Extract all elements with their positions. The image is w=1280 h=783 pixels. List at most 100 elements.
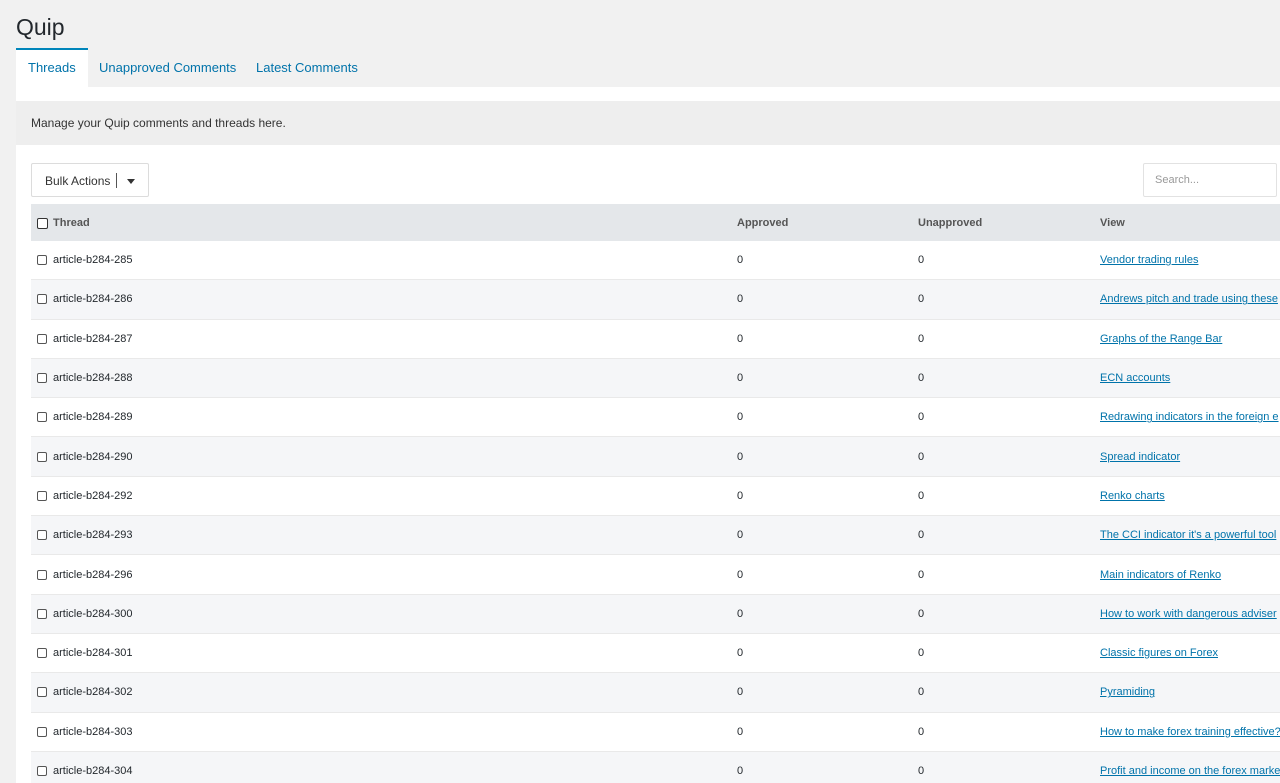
column-header-view: View <box>1100 216 1125 229</box>
table-row: article-b284-292 0 0 Renko charts <box>31 477 1280 517</box>
row-checkbox[interactable] <box>37 412 47 423</box>
unapproved-count: 0 <box>918 765 925 777</box>
approved-count: 0 <box>737 332 744 345</box>
page-title: Quip <box>16 14 65 40</box>
thread-name: article-b284-301 <box>53 647 133 660</box>
unapproved-count: 0 <box>918 254 925 267</box>
row-checkbox[interactable] <box>37 608 47 619</box>
thread-name: article-b284-292 <box>53 489 133 502</box>
view-link[interactable]: How to make forex training effective? <box>1100 726 1280 738</box>
view-link[interactable]: Profit and income on the forex marke <box>1100 765 1280 777</box>
table-body: article-b284-285 0 0 Vendor trading rules ar… <box>31 241 1280 783</box>
thread-name: article-b284-285 <box>53 254 133 267</box>
table-row: article-b284-288 0 0 ECN accounts <box>31 358 1280 399</box>
approved-count: 0 <box>737 686 744 699</box>
row-checkbox[interactable] <box>37 451 47 462</box>
row-checkbox[interactable] <box>37 294 47 305</box>
view-link[interactable]: Andrews pitch and trade using these <box>1100 293 1278 305</box>
table-row: article-b284-303 0 0 How to make forex trai… <box>31 713 1280 752</box>
thread-name: article-b284-287 <box>53 332 133 345</box>
chevron-down-icon <box>127 179 135 184</box>
unapproved-count: 0 <box>918 411 925 424</box>
row-checkbox[interactable] <box>37 490 47 501</box>
tab-latest-comments[interactable]: Latest Comments <box>256 48 358 87</box>
view-link[interactable]: Spread indicator <box>1100 451 1180 463</box>
unapproved-count: 0 <box>918 450 925 463</box>
table-row: article-b284-300 0 0 How to work with dange… <box>31 594 1280 634</box>
view-link[interactable]: Redrawing indicators in the foreign e <box>1100 411 1279 423</box>
approved-count: 0 <box>737 529 744 542</box>
table-row: article-b284-290 0 0 Spread indicator <box>31 437 1280 477</box>
thread-name: article-b284-293 <box>53 529 133 542</box>
approved-count: 0 <box>737 450 744 463</box>
row-checkbox[interactable] <box>37 373 47 384</box>
approved-count: 0 <box>737 765 744 777</box>
thread-name: article-b284-303 <box>53 725 133 738</box>
main-panel: Manage your Quip comments and threads he… <box>16 87 1280 783</box>
row-checkbox[interactable] <box>37 648 47 659</box>
thread-name: article-b284-300 <box>53 607 133 620</box>
column-header-unapproved[interactable]: Unapproved <box>918 204 982 241</box>
unapproved-count: 0 <box>918 293 925 306</box>
approved-count: 0 <box>737 647 744 660</box>
tab-unapproved-comments[interactable]: Unapproved Comments <box>99 48 236 87</box>
thread-name: article-b284-288 <box>53 372 133 385</box>
table-header: Thread Approved Unapproved View <box>31 204 1280 241</box>
approved-count: 0 <box>737 293 744 306</box>
view-link[interactable]: Classic figures on Forex <box>1100 647 1218 659</box>
row-checkbox[interactable] <box>37 333 47 344</box>
thread-name: article-b284-304 <box>53 765 133 777</box>
unapproved-count: 0 <box>918 568 925 581</box>
bulk-actions-label: Bulk Actions <box>45 174 111 188</box>
row-checkbox[interactable] <box>37 255 47 266</box>
approved-count: 0 <box>737 607 744 620</box>
thread-name: article-b284-289 <box>53 411 133 424</box>
threads-table: Thread Approved Unapproved View article-… <box>31 204 1280 783</box>
approved-count: 0 <box>737 411 744 424</box>
table-row: article-b284-287 0 0 Graphs of the Range Ba… <box>31 320 1280 359</box>
view-link[interactable]: Renko charts <box>1100 490 1165 502</box>
unapproved-count: 0 <box>918 372 925 385</box>
thread-name: article-b284-286 <box>53 293 133 306</box>
table-row: article-b284-289 0 0 Redrawing indicators i… <box>31 398 1280 438</box>
unapproved-count: 0 <box>918 529 925 542</box>
view-link[interactable]: Vendor trading rules <box>1100 254 1198 266</box>
approved-count: 0 <box>737 372 744 385</box>
row-checkbox[interactable] <box>37 726 47 737</box>
unapproved-count: 0 <box>918 686 925 699</box>
row-checkbox[interactable] <box>37 687 47 698</box>
row-checkbox[interactable] <box>37 569 47 580</box>
view-link[interactable]: ECN accounts <box>1100 372 1170 384</box>
table-row: article-b284-302 0 0 Pyramiding <box>31 673 1280 713</box>
table-row: article-b284-304 0 0 Profit and income on t… <box>31 751 1280 783</box>
column-header-approved[interactable]: Approved <box>737 204 788 241</box>
thread-name: article-b284-296 <box>53 568 133 581</box>
view-link[interactable]: Pyramiding <box>1100 686 1155 698</box>
row-checkbox[interactable] <box>37 766 47 776</box>
table-row: article-b284-293 0 0 The CCI indicator it's… <box>31 516 1280 556</box>
approved-count: 0 <box>737 568 744 581</box>
search-input[interactable] <box>1143 163 1277 197</box>
tab-threads[interactable]: Threads <box>16 48 88 87</box>
approved-count: 0 <box>737 254 744 267</box>
view-link[interactable]: How to work with dangerous adviser <box>1100 608 1277 620</box>
view-link[interactable]: Main indicators of Renko <box>1100 569 1221 581</box>
row-checkbox[interactable] <box>37 530 47 541</box>
approved-count: 0 <box>737 725 744 738</box>
view-link[interactable]: Graphs of the Range Bar <box>1100 333 1222 345</box>
table-row: article-b284-285 0 0 Vendor trading rules <box>31 241 1280 281</box>
thread-name: article-b284-290 <box>53 450 133 463</box>
tab-bar: Threads Unapproved Comments Latest Comme… <box>16 48 1280 87</box>
table-row: article-b284-301 0 0 Classic figures on For… <box>31 634 1280 674</box>
unapproved-count: 0 <box>918 725 925 738</box>
select-all-checkbox[interactable] <box>37 217 48 229</box>
column-header-thread[interactable]: Thread <box>53 204 90 241</box>
unapproved-count: 0 <box>918 332 925 345</box>
unapproved-count: 0 <box>918 607 925 620</box>
table-row: article-b284-296 0 0 Main indicators of Ren… <box>31 555 1280 595</box>
approved-count: 0 <box>737 489 744 502</box>
unapproved-count: 0 <box>918 647 925 660</box>
bulk-actions-dropdown[interactable]: Bulk Actions <box>31 163 149 197</box>
table-row: article-b284-286 0 0 Andrews pitch and trad… <box>31 280 1280 320</box>
view-link[interactable]: The CCI indicator it's a powerful tool <box>1100 529 1276 541</box>
